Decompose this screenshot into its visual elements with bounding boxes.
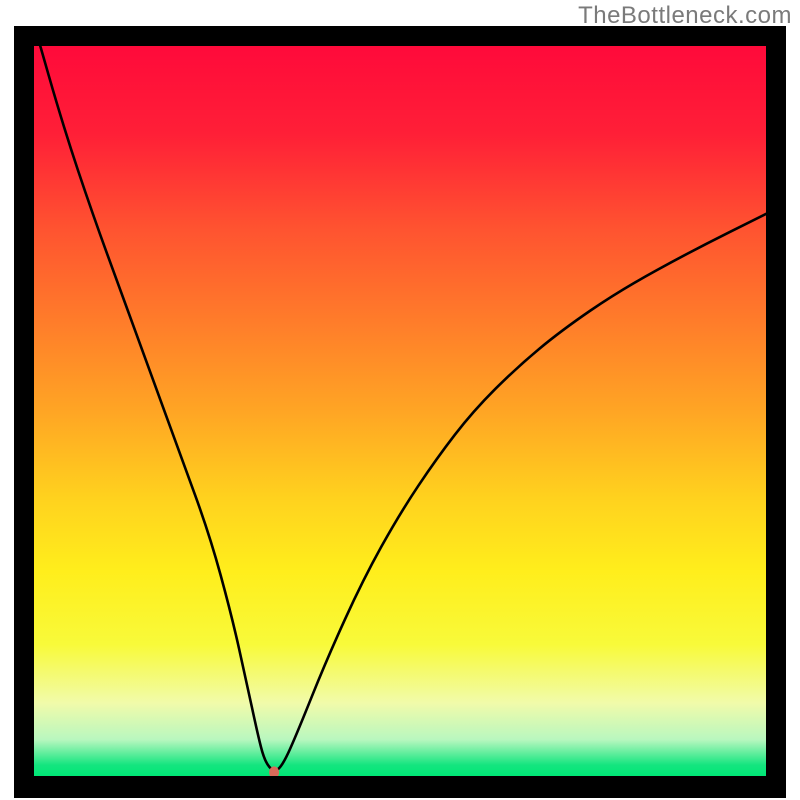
gradient-background xyxy=(34,46,766,776)
chart-container: TheBottleneck.com xyxy=(0,0,800,800)
watermark-text: TheBottleneck.com xyxy=(578,2,792,30)
chart-frame xyxy=(14,26,786,798)
plot-svg xyxy=(34,46,766,776)
plot-area xyxy=(34,46,766,776)
